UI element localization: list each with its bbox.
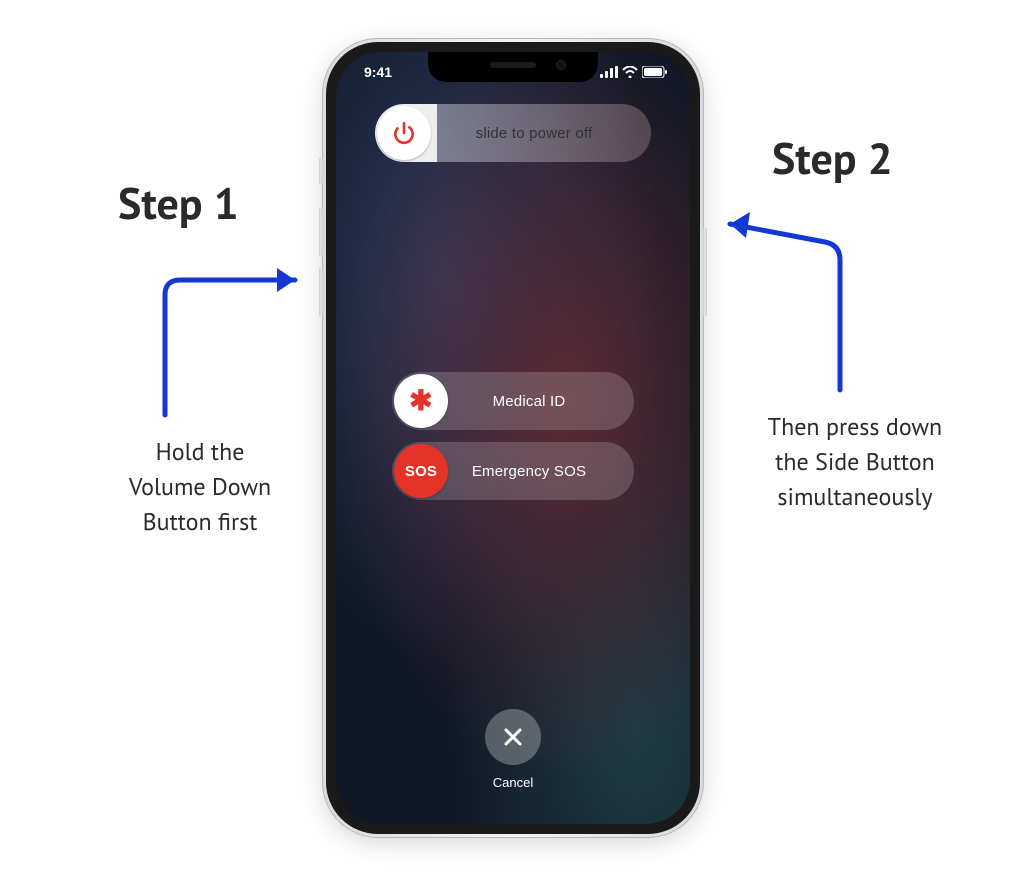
cancel-button[interactable] [485, 709, 541, 765]
sos-knob[interactable]: SOS [394, 444, 448, 498]
cancel-label: Cancel [485, 775, 541, 790]
cancel-group: Cancel [485, 709, 541, 790]
power-off-knob[interactable] [377, 106, 431, 160]
slide-to-power-off[interactable]: slide to power off [375, 104, 651, 162]
phone-screen: 9:41 [336, 52, 690, 824]
power-off-label: slide to power off [433, 125, 651, 142]
sos-label: Emergency SOS [450, 463, 634, 480]
step1-arrow [145, 240, 335, 430]
power-icon [391, 120, 417, 146]
phone-frame: 9:41 [322, 38, 704, 838]
status-time: 9:41 [364, 64, 392, 80]
status-icons [600, 66, 668, 78]
asterisk-icon: ✱ [409, 387, 433, 415]
signal-icon [600, 66, 618, 78]
status-bar: 9:41 [336, 64, 690, 84]
step2-body: Then press down the Side Button simultan… [740, 410, 970, 514]
wifi-icon [622, 66, 638, 78]
sos-icon: SOS [405, 463, 437, 480]
step2-heading: Step 2 [772, 130, 893, 187]
close-icon [502, 726, 524, 748]
step1-body: Hold the Volume Down Button first [90, 435, 310, 539]
medical-id-knob[interactable]: ✱ [394, 374, 448, 428]
step2-arrow [700, 190, 880, 400]
mute-switch [319, 158, 323, 184]
battery-icon [642, 66, 668, 78]
medical-id-slider[interactable]: ✱ Medical ID [392, 372, 634, 430]
medical-id-label: Medical ID [450, 393, 634, 410]
emergency-sos-slider[interactable]: SOS Emergency SOS [392, 442, 634, 500]
step1-heading: Step 1 [118, 175, 239, 232]
